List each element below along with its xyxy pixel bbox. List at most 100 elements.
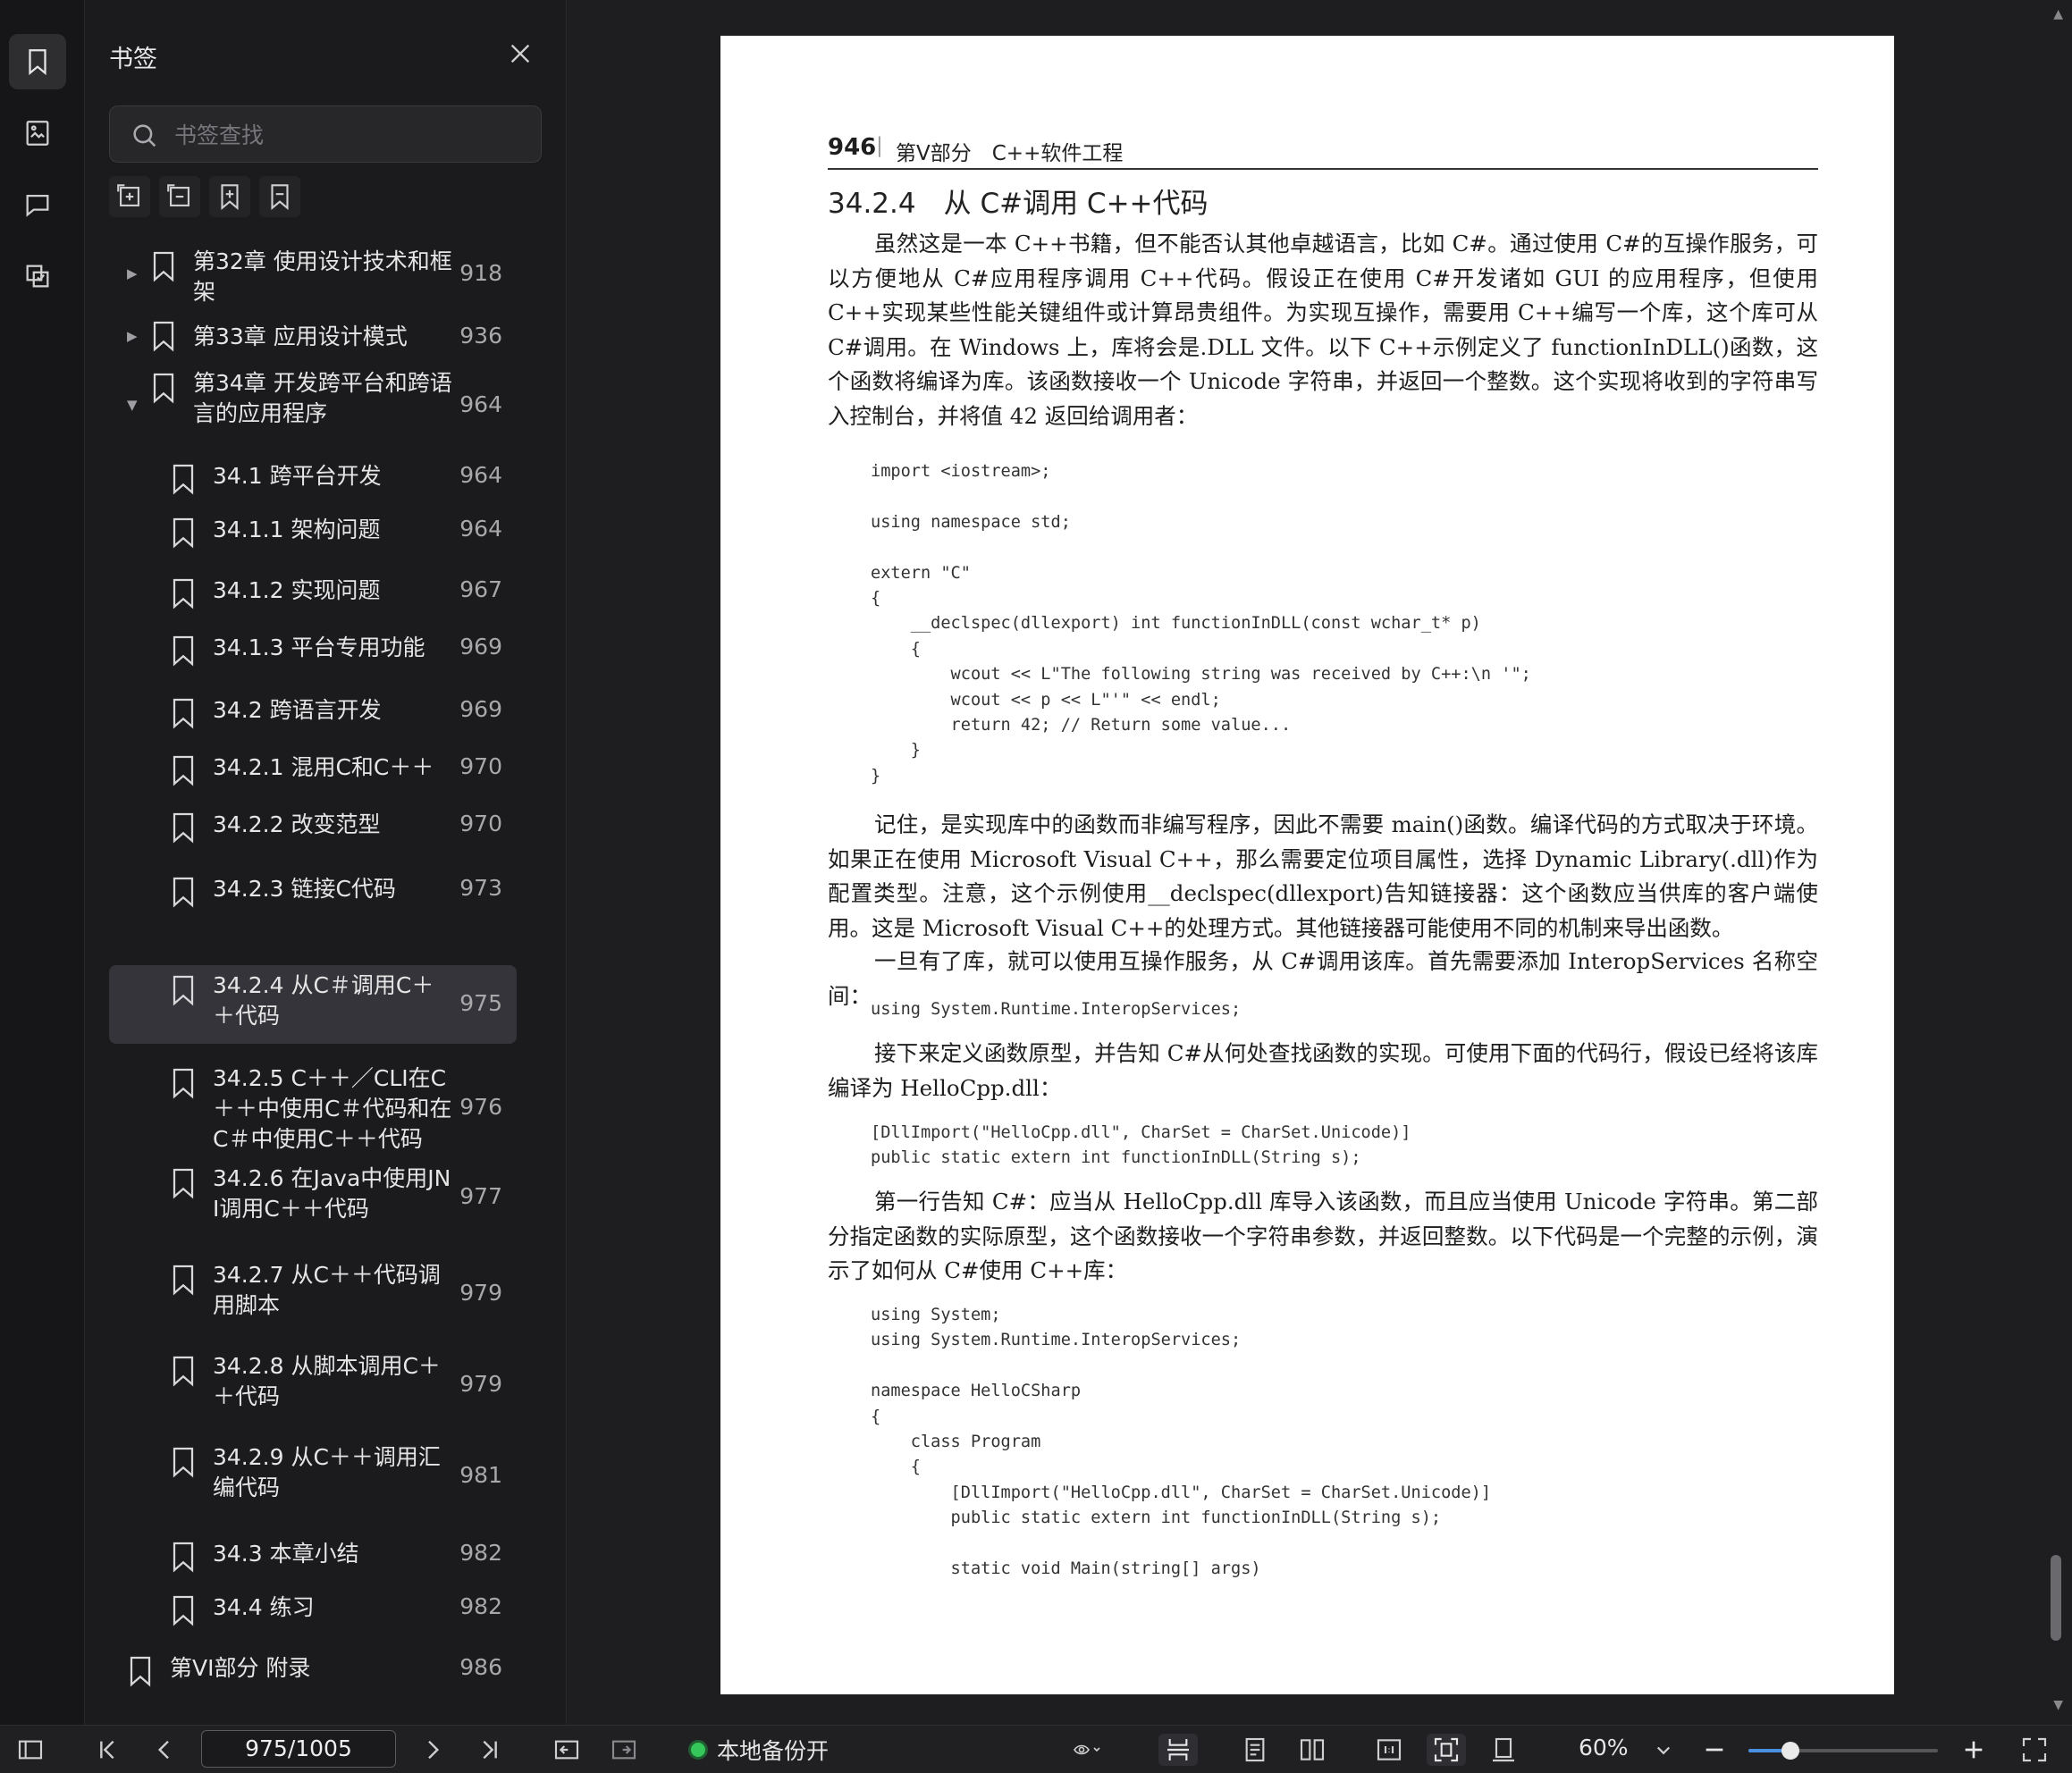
previous-page-icon[interactable] [147, 1734, 182, 1766]
next-page-icon[interactable] [415, 1734, 451, 1766]
single-page-icon[interactable] [1235, 1734, 1275, 1766]
bookmark-item[interactable]: 34.2.7 从C＋＋代码调用脚本 979 [109, 1255, 517, 1333]
bookmark-icon [127, 1655, 154, 1687]
bookmark-item[interactable]: ▶ 第33章 应用设计模式 936 [109, 311, 517, 363]
bookmark-item[interactable]: 34.3 本章小结 982 [109, 1532, 517, 1576]
bookmark-item[interactable]: ▶ 第32章 使用设计技术和框架 918 [109, 241, 517, 307]
bookmark-page: 977 [459, 1183, 502, 1209]
forward-icon[interactable] [606, 1734, 642, 1766]
local-backup-status[interactable]: 本地备份开 [688, 1735, 829, 1765]
bookmark-icon [170, 1355, 197, 1387]
fullscreen-icon[interactable] [2017, 1734, 2052, 1766]
continuous-scroll-icon[interactable] [1158, 1734, 1198, 1766]
bookmark-item[interactable]: 34.1.3 平台专用功能 969 [109, 626, 517, 670]
bookmark-item[interactable]: 34.2.2 改变范型 970 [109, 802, 517, 847]
expand-arrow-icon[interactable]: ▶ [127, 328, 138, 344]
bookmark-label: 34.1.3 平台专用功能 [213, 634, 425, 660]
bookmark-icon [170, 577, 197, 609]
bookmark-item[interactable]: 34.2.9 从C＋＋调用汇编代码 981 [109, 1437, 517, 1516]
bookmark-icon [170, 811, 197, 844]
zoom-dropdown-icon[interactable] [1650, 1734, 1677, 1766]
code-block: import <iostream>; using namespace std; … [871, 462, 1531, 786]
bookmark-label: 34.2.1 混用C和C＋＋ [213, 754, 434, 780]
thumbnails-tab-icon[interactable] [9, 105, 66, 161]
left-icon-rail [0, 0, 85, 1725]
search-input[interactable] [173, 115, 530, 155]
close-icon[interactable] [506, 39, 535, 68]
expand-arrow-icon[interactable]: ▶ [127, 265, 138, 281]
bookmark-label: 34.2.5 C＋＋／CLI在C＋＋中使用C＃代码和在C＃中使用C＋＋代码 [213, 1065, 452, 1152]
paragraph: 虽然这是一本 C++书籍，但不能否认其他卓越语言，比如 C#。通过使用 C#的互… [828, 231, 1818, 429]
code-block: [DllImport("HelloCpp.dll", CharSet = Cha… [871, 1123, 1411, 1168]
zoom-in-icon[interactable] [1956, 1734, 1992, 1766]
actual-size-icon[interactable] [1369, 1734, 1409, 1766]
bookmark-item[interactable]: 34.2.6 在Java中使用JNI调用C＋＋代码 977 [109, 1158, 517, 1237]
bookmark-label: 34.1.1 架构问题 [213, 517, 381, 542]
bookmark-label: 第34章 开发跨平台和跨语言的应用程序 [193, 370, 452, 426]
bookmark-icon [170, 634, 197, 667]
back-icon[interactable] [549, 1734, 585, 1766]
panel-title: 书签 [109, 46, 157, 73]
bookmark-item[interactable]: 34.2.1 混用C和C＋＋ 970 [109, 745, 517, 790]
bookmark-icon [170, 974, 197, 1006]
zoom-slider-knob[interactable] [1781, 1742, 1799, 1760]
first-page-icon[interactable] [89, 1734, 125, 1766]
paragraph: 记住，是实现库中的函数而非编写程序，因此不需要 main()函数。编译代码的方式… [828, 811, 1818, 941]
bookmark-page: 986 [459, 1654, 502, 1680]
last-page-icon[interactable] [472, 1734, 508, 1766]
bookmark-item[interactable]: 34.2 跨语言开发 969 [109, 688, 517, 733]
bookmark-label: 34.3 本章小结 [213, 1541, 359, 1567]
bookmark-page: 970 [459, 811, 502, 836]
double-page-icon[interactable] [1293, 1734, 1332, 1766]
comments-tab-icon[interactable] [9, 177, 66, 232]
extract-tab-icon[interactable] [9, 248, 66, 304]
bookmark-search[interactable] [109, 105, 542, 163]
bookmark-page: 918 [459, 260, 502, 286]
fit-page-icon[interactable] [1427, 1734, 1466, 1766]
bookmark-item[interactable]: 34.1.2 实现问题 967 [109, 568, 517, 613]
sidebar-toggle-icon[interactable] [13, 1734, 48, 1766]
bookmark-label: 34.2.3 链接C代码 [213, 876, 396, 902]
bookmark-page: 967 [459, 576, 502, 602]
bookmark-item[interactable]: 第VI部分 附录 986 [109, 1646, 517, 1691]
zoom-slider[interactable] [1748, 1742, 1938, 1760]
bookmark-item[interactable]: 34.1 跨平台开发 964 [109, 454, 517, 499]
fit-width-icon[interactable] [1484, 1734, 1523, 1766]
collapse-arrow-icon[interactable]: ▼ [127, 397, 138, 413]
bookmark-item[interactable]: 34.2.8 从脚本调用C＋＋代码 979 [109, 1346, 517, 1424]
bookmark-item[interactable]: 34.4 练习 982 [109, 1585, 517, 1630]
bookmark-item[interactable]: 34.2.3 链接C代码 973 [109, 867, 517, 912]
bookmark-icon [170, 1264, 197, 1296]
bookmark-icon [170, 1167, 197, 1199]
zoom-level[interactable]: 60% [1579, 1735, 1629, 1760]
remove-bookmark-icon[interactable] [259, 176, 300, 217]
paragraph: 接下来定义函数原型，并告知 C#从何处查找函数的实现。可使用下面的代码行，假设已… [828, 1040, 1818, 1101]
page-number-field[interactable]: 975/1005 [201, 1730, 396, 1768]
bookmark-page: 979 [459, 1280, 502, 1306]
page-header: 946 第Ⅴ部分 C++软件工程 [828, 100, 1818, 170]
bookmark-icon [150, 250, 177, 282]
bookmark-icon [170, 1446, 197, 1478]
expand-all-icon[interactable] [109, 176, 150, 217]
document-page: 946 第Ⅴ部分 C++软件工程 34.2.4 从 C#调用 C++代码 虽然这… [720, 36, 1894, 1694]
bookmark-item[interactable]: 34.2.5 C＋＋／CLI在C＋＋中使用C＃代码和在C＃中使用C＋＋代码 976 [109, 1058, 517, 1158]
bookmark-label: 34.2 跨语言开发 [213, 697, 382, 723]
collapse-all-icon[interactable] [159, 176, 200, 217]
status-dot-icon [688, 1740, 708, 1760]
bookmark-item[interactable]: ▼ 第34章 开发跨平台和跨语言的应用程序 964 [109, 363, 517, 449]
scroll-up-icon[interactable]: ▲ [2053, 7, 2063, 21]
page-number: 946 [828, 134, 877, 161]
bookmark-page: 982 [459, 1593, 502, 1619]
bookmark-item[interactable]: 34.2.4 从C＃调用C＋＋代码 975 [109, 965, 517, 1044]
scroll-down-icon[interactable]: ▼ [2053, 1698, 2063, 1712]
bookmark-item[interactable]: 34.1.1 架构问题 964 [109, 508, 517, 552]
document-scrollbar[interactable] [2051, 1555, 2061, 1641]
add-bookmark-icon[interactable] [209, 176, 250, 217]
section-title: 34.2.4 从 C#调用 C++代码 [828, 188, 1209, 220]
zoom-out-icon[interactable] [1697, 1734, 1732, 1766]
bookmark-label: 34.1 跨平台开发 [213, 463, 382, 489]
eye-protection-icon[interactable] [1060, 1734, 1114, 1766]
code-block: using System.Runtime.InteropServices; [871, 1000, 1242, 1019]
bookmark-page: 964 [459, 462, 502, 488]
bookmarks-tab-icon[interactable] [9, 34, 66, 89]
